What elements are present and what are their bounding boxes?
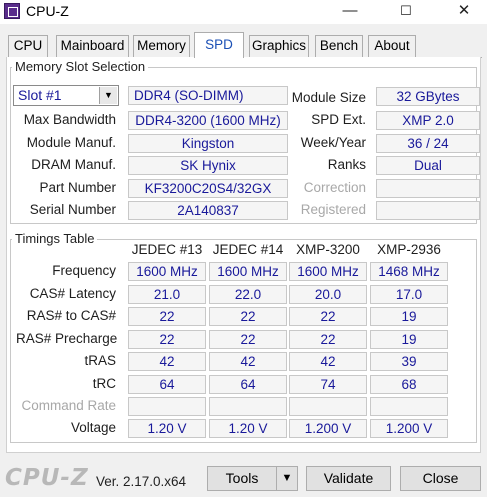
close-window-button[interactable]: ✕ (441, 0, 487, 24)
timings-cell: 1600 MHz (289, 262, 367, 281)
timings-cell: 64 (209, 375, 287, 394)
tab-bench[interactable]: Bench (315, 35, 363, 57)
timings-cell (128, 397, 206, 416)
timings-column-header: XMP-3200 (296, 242, 360, 257)
slot-select[interactable]: Slot #1 ▼ (13, 85, 119, 106)
timings-row-label: CAS# Latency (29, 286, 116, 301)
registered-value (376, 201, 480, 220)
timings-cell: 22 (128, 330, 206, 349)
timings-cell: 74 (289, 375, 367, 394)
memory-slot-selection-title: Memory Slot Selection (12, 59, 149, 74)
module-size-value: 32 GBytes (376, 87, 480, 106)
timings-cell: 1.20 V (209, 419, 287, 438)
timings-row-label: tRC (92, 376, 116, 391)
module-type-value: DDR4 (SO-DIMM) (128, 86, 288, 105)
timings-cell (370, 397, 448, 416)
cpu-z-logo: CPU-Z (5, 465, 89, 491)
close-button[interactable]: Close (400, 466, 481, 491)
minimize-button[interactable]: — (327, 0, 373, 24)
timings-cell: 1.20 V (128, 419, 206, 438)
serial-number-label: Serial Number (29, 202, 116, 217)
tab-spd[interactable]: SPD (194, 32, 244, 58)
timings-cell: 22.0 (209, 285, 287, 304)
timings-cell: 1.200 V (370, 419, 448, 438)
timings-cell: 1600 MHz (209, 262, 287, 281)
chevron-down-icon[interactable]: ▼ (99, 87, 117, 104)
timings-cell: 19 (370, 307, 448, 326)
timings-column-header: JEDEC #13 (131, 242, 203, 257)
timings-row-label: Command Rate (21, 398, 116, 413)
max-bandwidth-label: Max Bandwidth (23, 112, 116, 127)
week-year-value: 36 / 24 (376, 134, 480, 153)
module-manuf-value: Kingston (128, 134, 288, 153)
max-bandwidth-value: DDR4-3200 (1600 MHz) (128, 111, 288, 130)
week-year-label: Week/Year (300, 135, 366, 150)
timings-cell (289, 397, 367, 416)
correction-label: Correction (303, 180, 366, 195)
window-title: CPU-Z (26, 3, 69, 19)
timings-cell: 22 (128, 307, 206, 326)
timings-cell: 1.200 V (289, 419, 367, 438)
timings-cell: 19 (370, 330, 448, 349)
version-text: Ver. 2.17.0.x64 (96, 474, 187, 489)
tab-graphics[interactable]: Graphics (249, 35, 309, 57)
correction-value (376, 179, 480, 198)
timings-cell: 20.0 (289, 285, 367, 304)
module-manuf-label: Module Manuf. (26, 135, 116, 150)
timings-cell: 42 (289, 352, 367, 371)
ranks-value: Dual (376, 156, 480, 175)
maximize-button[interactable]: ☐ (383, 0, 429, 24)
timings-cell: 22 (209, 307, 287, 326)
timings-cell: 1600 MHz (128, 262, 206, 281)
module-size-label: Module Size (291, 90, 366, 105)
tools-dropdown-arrow-icon[interactable]: ▼ (276, 466, 298, 491)
timings-cell: 22 (289, 307, 367, 326)
timings-cell: 42 (128, 352, 206, 371)
timings-table-title: Timings Table (12, 231, 98, 246)
validate-button[interactable]: Validate (306, 466, 391, 491)
timings-cell: 17.0 (370, 285, 448, 304)
timings-cell: 68 (370, 375, 448, 394)
timings-column-header: XMP-2936 (377, 242, 441, 257)
registered-label: Registered (300, 202, 366, 217)
ranks-label: Ranks (327, 157, 366, 172)
timings-row-label: Frequency (52, 263, 116, 278)
timings-row-label: RAS# Precharge (16, 331, 118, 346)
spd-ext-label: SPD Ext. (311, 112, 366, 127)
timings-row-label: Voltage (70, 420, 116, 435)
timings-cell: 22 (209, 330, 287, 349)
part-number-value: KF3200C20S4/32GX (128, 179, 288, 198)
tab-mainboard[interactable]: Mainboard (56, 35, 129, 57)
timings-cell: 1468 MHz (370, 262, 448, 281)
part-number-label: Part Number (39, 180, 116, 195)
tools-button[interactable]: Tools (207, 466, 277, 491)
spd-ext-value: XMP 2.0 (376, 111, 480, 130)
tab-about[interactable]: About (368, 35, 416, 57)
timings-row-label: tRAS (84, 353, 116, 368)
serial-number-value: 2A140837 (128, 201, 288, 220)
timings-cell: 21.0 (128, 285, 206, 304)
timings-column-header: JEDEC #14 (212, 242, 284, 257)
tab-memory[interactable]: Memory (133, 35, 190, 57)
tab-cpu[interactable]: CPU (8, 35, 48, 57)
dram-manuf-value: SK Hynix (128, 156, 288, 175)
dram-manuf-label: DRAM Manuf. (31, 157, 116, 172)
timings-cell: 22 (289, 330, 367, 349)
timings-cell: 39 (370, 352, 448, 371)
cpu-z-app-icon (4, 3, 20, 19)
timings-row-label: RAS# to CAS# (26, 308, 116, 323)
timings-cell (209, 397, 287, 416)
timings-cell: 64 (128, 375, 206, 394)
slot-select-value: Slot #1 (18, 87, 62, 103)
timings-cell: 42 (209, 352, 287, 371)
